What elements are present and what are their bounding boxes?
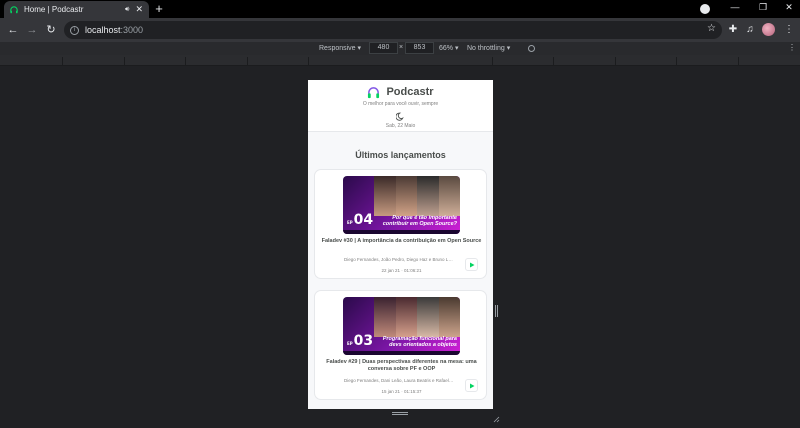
thumbnail-headline: Por que é tão importante contribuir em O… [382,215,457,227]
thumbnail-stripe [343,230,460,234]
zoom-label: 66% [439,45,454,52]
device-select[interactable]: Responsive ▾ [319,44,361,52]
moon-icon[interactable] [395,108,405,121]
zoom-select[interactable]: 66% ▾ [439,44,458,52]
episode-title[interactable]: Faladev #30 | A importância da contribui… [321,238,482,245]
url-port: :3000 [120,25,144,35]
viewport-bottom-resize-handle[interactable] [392,412,408,415]
thumbnail-faces [374,297,460,337]
brand-name: Podcastr [386,86,434,98]
dimension-separator: × [399,44,404,51]
viewport-resize-handle[interactable] [495,305,498,317]
thumbnail-stripe [343,351,460,355]
site-info-icon[interactable]: i [70,25,79,35]
throttling-select[interactable]: No throttling ▾ [467,44,510,52]
browser-toolbar: ← → ↻ i localhost:3000 ☆ ✚ ♫ ⋮ [0,18,800,42]
episode-thumbnail[interactable]: Por que é tão importante contribuir em O… [343,176,460,234]
brand: Podcastr [308,85,493,99]
restore-icon[interactable]: ❐ [756,2,770,13]
media-queue-icon[interactable]: ♫ [743,23,757,37]
tab-strip: Home | Podcastr 🔊︎ ✕ + — ❐ ✕ [0,0,800,18]
tab-title: Home | Podcastr [24,5,84,14]
reload-icon[interactable]: ↻ [44,23,58,37]
height-input[interactable]: 853 [405,42,434,54]
bookmark-star-icon[interactable]: ☆ [707,23,716,34]
podcastr-favicon-icon [10,5,18,14]
play-button[interactable] [465,379,478,392]
latest-releases-title: Últimos lançamentos [355,150,446,160]
episode-card[interactable]: Por que é tão importante contribuir em O… [314,169,487,279]
app-header: Podcastr O melhor para você ouvir, sempr… [308,80,493,132]
speaker-icon[interactable]: 🔊︎ [125,6,129,14]
extensions-puzzle-icon[interactable]: ✚ [726,23,740,37]
episode-members: Diego Fernandes, João Pedro, Diego Haz e… [344,257,454,262]
address-bar[interactable]: i localhost:3000 ☆ [64,21,722,39]
episode-thumbnail[interactable]: Programação funcional para devs orientad… [343,297,460,355]
thumbnail-headline: Programação funcional para devs orientad… [382,336,457,348]
play-icon [470,383,475,389]
rotate-icon[interactable] [528,45,535,52]
episode-meta: 15 jan 21 · 01:15:37 [381,389,422,394]
media-control-icon[interactable] [700,4,710,14]
window-close-icon[interactable]: ✕ [782,2,796,13]
viewport-corner-resize-handle[interactable] [493,410,500,423]
current-date: Sab, 22 Maio [385,123,416,129]
profile-avatar[interactable] [762,23,775,36]
episode-title[interactable]: Faladev #29 | Duas perspectivas diferent… [321,359,482,373]
width-input[interactable]: 480 [369,42,398,54]
new-tab-button[interactable]: + [152,1,166,16]
headphones-logo-icon [367,86,380,99]
play-icon [470,262,475,268]
url-host: localhost [85,25,121,35]
episode-meta: 22 jan 21 · 01:06:21 [381,268,422,273]
tagline: O melhor para você ouvir, sempre [362,101,439,107]
thumbnail-faces [374,176,460,216]
episode-number-value: 03 [353,333,374,349]
device-select-label: Responsive [319,45,356,52]
media-query-ruler [0,55,800,66]
episode-number: EP04 [347,212,374,228]
episode-number-value: 04 [353,212,374,228]
forward-arrow-icon[interactable]: → [25,23,39,37]
close-tab-icon[interactable]: ✕ [135,4,143,15]
browser-tab[interactable]: Home | Podcastr 🔊︎ ✕ [4,1,149,18]
back-arrow-icon[interactable]: ← [6,23,20,37]
podcastr-page: Podcastr O melhor para você ouvir, sempr… [308,80,493,409]
browser-menu-icon[interactable]: ⋮ [782,23,796,37]
episode-members: Diego Fernandes, Dani Leão, Laura Beatri… [344,378,454,383]
device-toolbar: Responsive ▾ 480 × 853 66% ▾ No throttli… [0,42,800,55]
episode-number: EP03 [347,333,374,349]
minimize-icon[interactable]: — [728,2,742,12]
device-viewport: Podcastr O melhor para você ouvir, sempr… [0,66,800,425]
throttling-label: No throttling [467,45,505,52]
episode-card[interactable]: Programação funcional para devs orientad… [314,290,487,400]
play-button[interactable] [465,258,478,271]
device-toolbar-menu-icon[interactable]: ⋮ [788,43,796,52]
